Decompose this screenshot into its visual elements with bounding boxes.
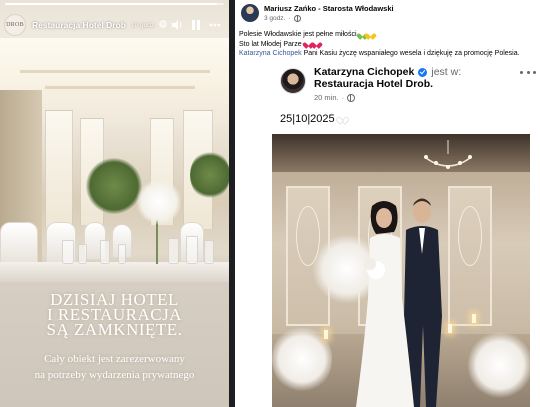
- shared-author-name[interactable]: Katarzyna Cichopek: [314, 66, 414, 78]
- post-more-options-icon[interactable]: [520, 68, 536, 76]
- post-author[interactable]: Mariusz Zańko - Starosta Włodawski: [264, 4, 394, 13]
- story-time: 10 godz.: [131, 21, 156, 29]
- candle: [448, 324, 452, 333]
- flower-arrangement: [272, 324, 332, 394]
- story-headline: DZISIAJ HOTEL I RESTAURACJA SĄ ZAMKNIĘTE…: [0, 291, 229, 339]
- scene-glass: [100, 240, 110, 264]
- post-body: Polesie Włodawskie jest pełne miłości St…: [239, 30, 535, 59]
- shared-place-link[interactable]: Restauracja Hotel Drob: [314, 78, 430, 90]
- post-header: Mariusz Zańko - Starosta Włodawski 3 god…: [241, 4, 536, 30]
- story-page-name[interactable]: Restauracja Hotel Drob: [32, 20, 126, 30]
- bride-figure: [356, 201, 414, 407]
- flower-arrangement: [468, 330, 530, 400]
- post-time[interactable]: 3 godz.: [264, 15, 285, 22]
- more-icon[interactable]: [209, 19, 221, 31]
- verified-badge-icon: [418, 67, 428, 77]
- scene-glass: [78, 244, 87, 264]
- shared-post-header: Katarzyna Cichopek jest w: Restauracja H…: [280, 66, 530, 110]
- scene-plant: [190, 150, 229, 200]
- speaker-icon[interactable]: [171, 19, 183, 31]
- scene-glass: [204, 240, 214, 264]
- candle: [472, 314, 476, 323]
- page-logo[interactable]: DROB: [4, 14, 26, 36]
- scene-glass: [62, 240, 74, 264]
- ceiling-beam: [45, 86, 195, 89]
- red-heart-icon: [313, 40, 320, 46]
- wedding-photo[interactable]: [272, 134, 530, 407]
- shared-place-suffix: .: [430, 78, 434, 90]
- chandelier-icon: [424, 140, 472, 169]
- white-heart-icon: [339, 115, 348, 123]
- story-headline-line: SĄ ZAMKNIĘTE.: [46, 320, 183, 339]
- globe-icon: [347, 93, 356, 102]
- shared-author-avatar[interactable]: [280, 68, 306, 94]
- post-line-3: Pani Kasiu życzę wspaniałego wesela i dz…: [301, 50, 520, 57]
- scene-window: [45, 110, 73, 230]
- scene-glass: [186, 236, 198, 264]
- scene-glass: [168, 238, 179, 264]
- shared-time[interactable]: 20 min.: [314, 93, 339, 102]
- scene-glass: [118, 244, 126, 264]
- mention-link[interactable]: Katarzyna Cichopek: [239, 50, 302, 57]
- story-progress-fill: [5, 3, 218, 5]
- story-header: DROB Restauracja Hotel Drob 10 godz.: [4, 12, 225, 38]
- scene-plant: [86, 158, 142, 214]
- flower-bouquet: [136, 180, 182, 224]
- scene-chair: [0, 222, 38, 266]
- scene-table: [0, 262, 229, 282]
- post-line-1: Polesie Włodawskie jest pełne miłości: [239, 31, 357, 38]
- story-subline-line: Cały obiekt jest zarezerwowany: [44, 353, 185, 365]
- world-icon: [159, 20, 167, 30]
- story-viewer: DROB Restauracja Hotel Drob 10 godz. DZI…: [0, 0, 229, 407]
- story-progress-bar: [5, 3, 224, 5]
- wall-panel: [448, 186, 492, 326]
- shared-date: 25|10|2025: [280, 113, 335, 125]
- photo-ceiling: [272, 134, 530, 172]
- author-avatar[interactable]: [241, 4, 259, 22]
- shared-is-at: jest w:: [431, 66, 462, 78]
- story-subline: Cały obiekt jest zarezerwowany na potrze…: [10, 351, 219, 383]
- globe-icon: [293, 15, 301, 22]
- shared-caption: 25|10|2025: [280, 113, 348, 125]
- story-subline-line: na potrzeby wydarzenia prywatnego: [34, 369, 195, 381]
- post-line-2: Sto lat Młodej Parze: [239, 40, 302, 48]
- yellow-heart-icon: [367, 31, 374, 37]
- pause-icon[interactable]: [190, 19, 202, 31]
- ceiling-beam: [20, 70, 210, 73]
- candle: [324, 330, 328, 339]
